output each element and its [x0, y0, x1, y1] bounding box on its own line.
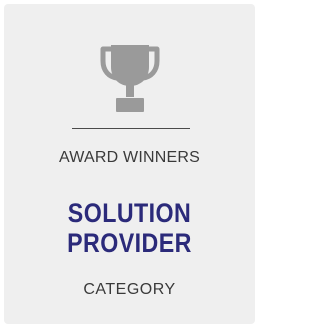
award-winners-label: AWARD WINNERS [59, 149, 200, 166]
award-card: AWARD WINNERS SOLUTION PROVIDER CATEGORY [4, 4, 255, 324]
divider [72, 128, 190, 129]
category-label: CATEGORY [83, 281, 176, 298]
title-line-2: PROVIDER [67, 228, 192, 258]
category-title: SOLUTION PROVIDER [22, 198, 238, 258]
title-line-1: SOLUTION [67, 198, 192, 228]
trophy-icon [100, 45, 160, 112]
